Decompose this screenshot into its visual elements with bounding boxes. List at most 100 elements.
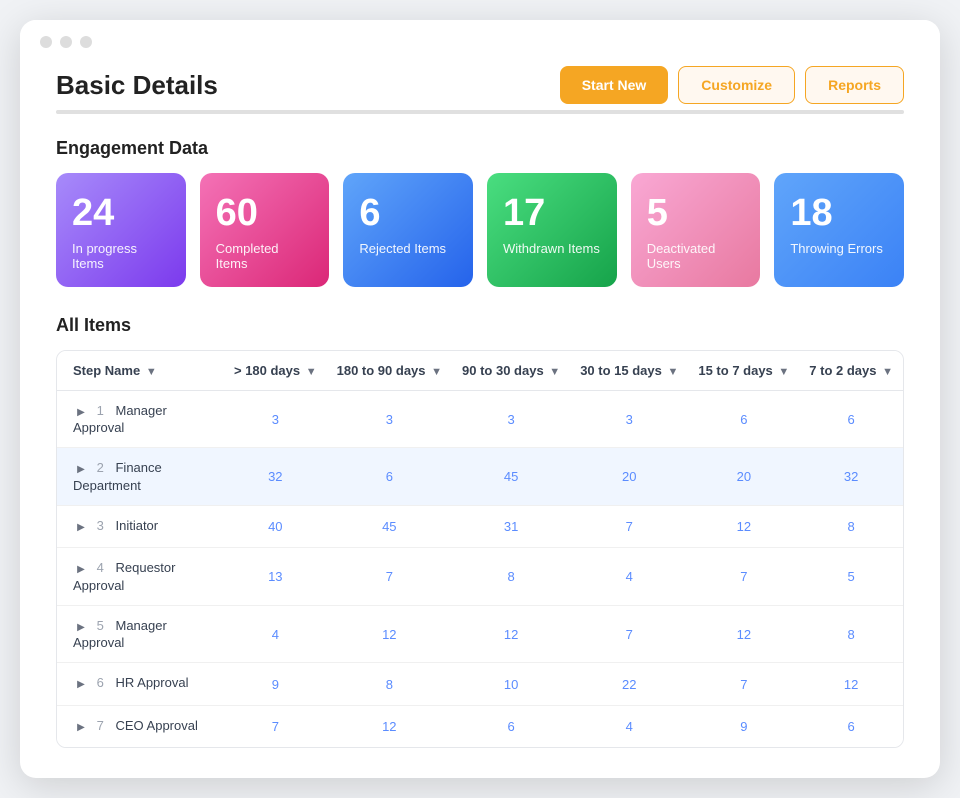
cell-3-30to15[interactable]: 7 <box>570 505 688 548</box>
cell-1-90to30[interactable]: 3 <box>452 390 570 448</box>
table-row: ▶ 7 CEO Approval 7126496 <box>57 705 903 747</box>
row-num-6: 6 <box>97 675 104 690</box>
card-completed[interactable]: 60 Completed Items <box>200 173 330 287</box>
cell-4-15to7[interactable]: 7 <box>688 548 799 606</box>
col-header-90to30[interactable]: 90 to 30 days ▼ <box>452 351 570 391</box>
page-title: Basic Details <box>56 70 218 101</box>
cell-7-90to30[interactable]: 6 <box>452 705 570 747</box>
cell-4-90to30[interactable]: 8 <box>452 548 570 606</box>
cell-7-7to2[interactable]: 6 <box>799 705 903 747</box>
sort-arrow-step-name: ▼ <box>146 366 157 378</box>
row-3-name: ▶ 3 Initiator <box>57 505 224 548</box>
table-row: ▶ 5 Manager Approval 412127128 <box>57 605 903 663</box>
header-buttons: Start New Customize Reports <box>560 66 904 104</box>
window-dot-2 <box>60 36 72 48</box>
cell-6-180to90[interactable]: 8 <box>327 663 452 706</box>
cell-2-180to90[interactable]: 6 <box>327 448 452 506</box>
cell-7-180to90[interactable]: 12 <box>327 705 452 747</box>
row-num-3: 3 <box>97 518 104 533</box>
cell-7-30to15[interactable]: 4 <box>570 705 688 747</box>
cell-3-7to2[interactable]: 8 <box>799 505 903 548</box>
cell-7-gt180[interactable]: 7 <box>224 705 327 747</box>
card-number-deactivated: 5 <box>647 193 745 235</box>
expand-btn-2[interactable]: ▶ <box>73 462 89 478</box>
cell-1-15to7[interactable]: 6 <box>688 390 799 448</box>
row-1-name: ▶ 1 Manager Approval <box>57 390 224 448</box>
card-deactivated[interactable]: 5 Deactivated Users <box>631 173 761 287</box>
row-4-name: ▶ 4 Requestor Approval <box>57 548 224 606</box>
card-withdrawn[interactable]: 17 Withdrawn Items <box>487 173 617 287</box>
col-header-30to15[interactable]: 30 to 15 days ▼ <box>570 351 688 391</box>
title-bar <box>20 20 940 56</box>
col-header-15to7[interactable]: 15 to 7 days ▼ <box>688 351 799 391</box>
row-7-name: ▶ 7 CEO Approval <box>57 705 224 747</box>
expand-btn-3[interactable]: ▶ <box>73 519 89 535</box>
cell-4-30to15[interactable]: 4 <box>570 548 688 606</box>
cell-5-180to90[interactable]: 12 <box>327 605 452 663</box>
cell-6-7to2[interactable]: 12 <box>799 663 903 706</box>
reports-button[interactable]: Reports <box>805 66 904 104</box>
expand-btn-4[interactable]: ▶ <box>73 562 89 578</box>
cell-6-90to30[interactable]: 10 <box>452 663 570 706</box>
cell-1-180to90[interactable]: 3 <box>327 390 452 448</box>
cell-6-15to7[interactable]: 7 <box>688 663 799 706</box>
cell-4-7to2[interactable]: 5 <box>799 548 903 606</box>
table-wrapper: Step Name ▼> 180 days ▼180 to 90 days ▼9… <box>56 350 904 749</box>
start-new-button[interactable]: Start New <box>560 66 669 104</box>
table-row: ▶ 1 Manager Approval 333366 <box>57 390 903 448</box>
col-header-180to90[interactable]: 180 to 90 days ▼ <box>327 351 452 391</box>
cell-5-gt180[interactable]: 4 <box>224 605 327 663</box>
progress-bar-container <box>56 110 904 114</box>
window-dot-3 <box>80 36 92 48</box>
row-num-5: 5 <box>97 618 104 633</box>
cell-1-30to15[interactable]: 3 <box>570 390 688 448</box>
expand-btn-6[interactable]: ▶ <box>73 677 89 693</box>
cell-4-180to90[interactable]: 7 <box>327 548 452 606</box>
cell-2-15to7[interactable]: 20 <box>688 448 799 506</box>
row-5-name: ▶ 5 Manager Approval <box>57 605 224 663</box>
cell-3-180to90[interactable]: 45 <box>327 505 452 548</box>
cell-5-30to15[interactable]: 7 <box>570 605 688 663</box>
expand-btn-1[interactable]: ▶ <box>73 404 89 420</box>
cell-1-gt180[interactable]: 3 <box>224 390 327 448</box>
progress-bar <box>56 110 904 114</box>
row-num-7: 7 <box>97 718 104 733</box>
col-header-step-name[interactable]: Step Name ▼ <box>57 351 224 391</box>
cell-3-15to7[interactable]: 12 <box>688 505 799 548</box>
cell-2-90to30[interactable]: 45 <box>452 448 570 506</box>
card-number-inprogress: 24 <box>72 193 170 235</box>
engagement-data-title: Engagement Data <box>56 138 904 159</box>
window-dot-1 <box>40 36 52 48</box>
card-inprogress[interactable]: 24 In progress Items <box>56 173 186 287</box>
cell-5-15to7[interactable]: 12 <box>688 605 799 663</box>
expand-btn-7[interactable]: ▶ <box>73 719 89 735</box>
all-items-title: All Items <box>56 315 904 336</box>
col-header-gt180[interactable]: > 180 days ▼ <box>224 351 327 391</box>
engagement-cards-row: 24 In progress Items 60 Completed Items … <box>56 173 904 287</box>
card-errors[interactable]: 18 Throwing Errors <box>774 173 904 287</box>
col-header-7to2[interactable]: 7 to 2 days ▼ <box>799 351 903 391</box>
sort-arrow-30to15: ▼ <box>667 366 678 378</box>
cell-2-7to2[interactable]: 32 <box>799 448 903 506</box>
row-num-2: 2 <box>97 460 104 475</box>
card-label-completed: Completed Items <box>216 241 314 271</box>
main-window: Basic Details Start New Customize Report… <box>20 20 940 778</box>
cell-5-7to2[interactable]: 8 <box>799 605 903 663</box>
row-num-4: 4 <box>97 560 104 575</box>
cell-1-7to2[interactable]: 6 <box>799 390 903 448</box>
cell-6-gt180[interactable]: 9 <box>224 663 327 706</box>
table-row: ▶ 4 Requestor Approval 1378475 <box>57 548 903 606</box>
cell-2-30to15[interactable]: 20 <box>570 448 688 506</box>
cell-2-gt180[interactable]: 32 <box>224 448 327 506</box>
cell-4-gt180[interactable]: 13 <box>224 548 327 606</box>
row-num-1: 1 <box>97 403 104 418</box>
sort-arrow-180to90: ▼ <box>431 366 442 378</box>
cell-3-90to30[interactable]: 31 <box>452 505 570 548</box>
cell-7-15to7[interactable]: 9 <box>688 705 799 747</box>
expand-btn-5[interactable]: ▶ <box>73 619 89 635</box>
card-rejected[interactable]: 6 Rejected Items <box>343 173 473 287</box>
customize-button[interactable]: Customize <box>678 66 795 104</box>
cell-5-90to30[interactable]: 12 <box>452 605 570 663</box>
cell-3-gt180[interactable]: 40 <box>224 505 327 548</box>
cell-6-30to15[interactable]: 22 <box>570 663 688 706</box>
